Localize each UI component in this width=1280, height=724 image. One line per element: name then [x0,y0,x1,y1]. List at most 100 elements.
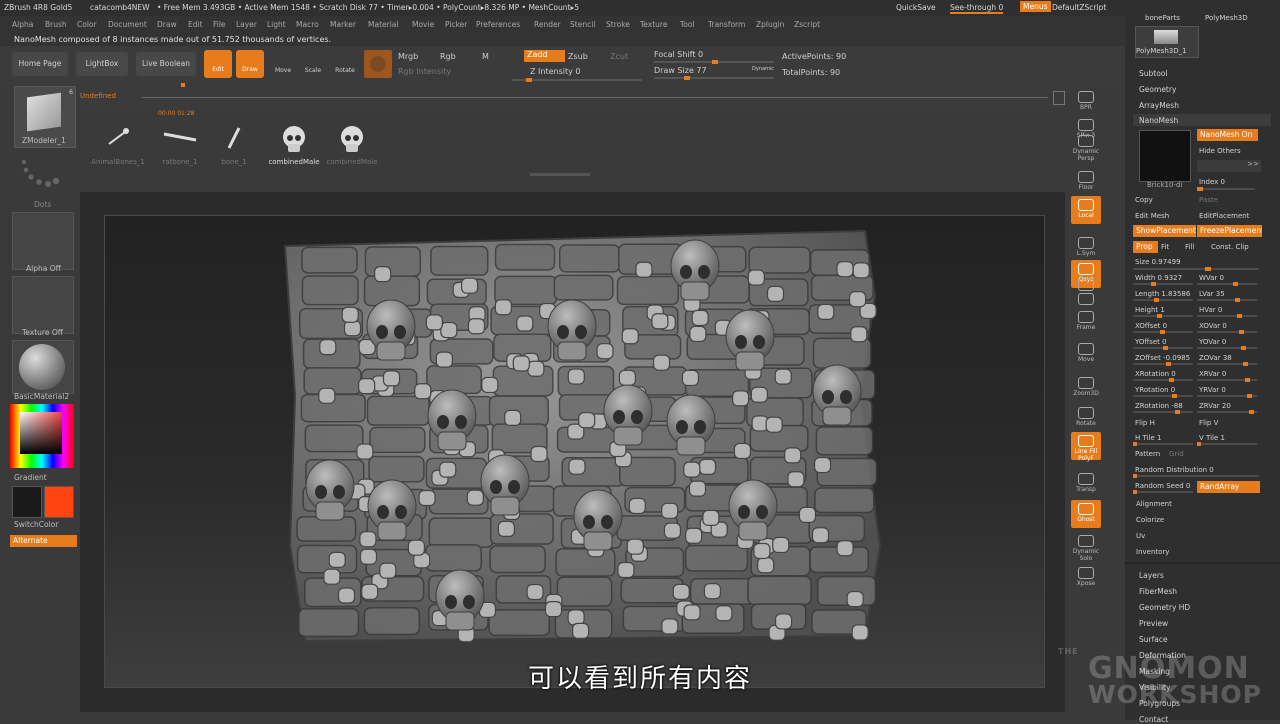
secondary-color-swatch[interactable] [44,486,74,518]
rgb-intensity-slider[interactable]: Rgb Intensity [398,67,451,76]
param-right-track[interactable] [1197,346,1257,350]
index-nav[interactable]: >> [1197,160,1261,172]
param-right[interactable]: LVar 35 [1199,290,1225,298]
lightbox-button[interactable]: LightBox [76,52,128,76]
index-knob[interactable] [1197,187,1203,191]
section-geometry-hd[interactable]: Geometry HD [1139,603,1190,612]
scale-button[interactable]: Scale [300,52,326,76]
z-intensity-knob[interactable] [526,78,532,82]
subtool-item[interactable]: AnimalBones_1 [90,120,146,180]
param-left[interactable]: ZOffset -0.0985 [1135,354,1190,362]
focal-shift-track[interactable] [654,60,774,64]
param-left-knob[interactable] [1154,298,1159,302]
zoom3d-button[interactable]: Zoom3D [1071,374,1101,402]
move-hand-button[interactable]: Move [1071,340,1101,368]
section-surface[interactable]: Surface [1139,635,1168,644]
texture-slot[interactable] [12,276,74,334]
menu-zscript[interactable]: Zscript [794,20,820,29]
param-right[interactable]: YOVar 0 [1199,338,1226,346]
menu-edit[interactable]: Edit [188,20,203,29]
defaultzscript-button[interactable]: DefaultZScript [1052,3,1106,12]
param-left-track[interactable] [1133,362,1193,366]
subtool-scrollbar[interactable] [530,173,590,176]
gradient-label[interactable]: Gradient [14,473,47,482]
param-right-knob[interactable] [1241,346,1246,350]
param-left-knob[interactable] [1169,378,1174,382]
alignment-section[interactable]: Alignment [1136,500,1172,508]
param-left-track[interactable] [1133,410,1193,414]
paste-button[interactable]: Paste [1199,196,1218,204]
rotate-button[interactable]: Rotate [332,52,358,76]
move-button[interactable]: Move [270,52,296,76]
bpr-button[interactable]: BPR [1071,88,1101,116]
menu-marker[interactable]: Marker [330,20,356,29]
pattern-button[interactable]: Pattern [1135,450,1160,458]
draw-size-track[interactable] [654,76,774,80]
size-knob[interactable] [1205,267,1211,271]
menu-preferences[interactable]: Preferences [476,20,520,29]
param-left-track[interactable] [1133,330,1193,334]
grid-button[interactable]: Grid [1169,450,1184,458]
tab-fit[interactable]: Fit [1161,243,1169,251]
param-left-track[interactable] [1133,314,1193,318]
ghost-button[interactable]: Ghost [1071,500,1101,528]
section-preview[interactable]: Preview [1139,619,1168,628]
param-right-knob[interactable] [1247,394,1252,398]
menu-file[interactable]: File [213,20,226,29]
flip-v-button[interactable]: Flip V [1199,419,1218,427]
timeline-marker[interactable] [181,83,185,87]
param-left[interactable]: Width 0.9327 [1135,274,1182,282]
local-button[interactable]: Local [1071,196,1101,224]
menu-macro[interactable]: Macro [296,20,319,29]
menu-picker[interactable]: Picker [445,20,467,29]
edit-placement-button[interactable]: EditPlacement [1199,212,1249,220]
tab-const-clip[interactable]: Const. Clip [1211,243,1249,251]
zcut-button[interactable]: Zcut [610,52,628,61]
param-right-knob[interactable] [1237,314,1242,318]
z-intensity-slider[interactable]: Z Intensity 0 [530,67,580,76]
param-right[interactable]: HVar 0 [1199,306,1222,314]
show-placement-button[interactable]: ShowPlacement [1133,225,1196,237]
param-left[interactable]: Height 1 [1135,306,1165,314]
xpose-button[interactable]: Xpose [1071,564,1101,592]
mrgb-button[interactable]: Mrgb [398,52,418,61]
focal-shift-slider[interactable]: Focal Shift 0 [654,50,703,59]
param-right-track[interactable] [1197,378,1257,382]
random-distribution-track[interactable] [1133,474,1259,478]
alpha-slot[interactable] [12,212,74,270]
xyz-axis-button[interactable]: L.Sym [1071,234,1101,262]
menu-document[interactable]: Document [108,20,147,29]
param-left-knob[interactable] [1175,410,1180,414]
transp-button[interactable]: Transp [1071,470,1101,498]
random-distribution-slider[interactable]: Random Distribution 0 [1135,466,1214,474]
param-left-track[interactable] [1133,378,1193,382]
h-tile-slider[interactable]: H Tile 1 [1135,434,1161,442]
edit-mesh-button[interactable]: Edit Mesh [1135,212,1169,220]
subtool-item[interactable]: combinedMale [266,120,322,180]
uv-section[interactable]: Uv [1136,532,1145,540]
param-left-knob[interactable] [1157,314,1162,318]
flip-h-button[interactable]: Flip H [1135,419,1155,427]
dynamic-toggle[interactable]: Dynamic [752,66,774,72]
menu-draw[interactable]: Draw [157,20,177,29]
timeline-track[interactable] [142,97,1048,98]
floor-button[interactable]: Floor [1071,168,1101,196]
param-right-track[interactable] [1197,314,1257,318]
param-right[interactable]: ZRVar 20 [1199,402,1231,410]
quicksave-button[interactable]: QuickSave [896,3,936,12]
document-canvas[interactable] [104,215,1045,688]
draw-size-slider[interactable]: Draw Size 77 [654,66,707,75]
menu-stencil[interactable]: Stencil [570,20,595,29]
subtool-section[interactable]: Subtool [1139,69,1167,78]
menu-texture[interactable]: Texture [640,20,667,29]
subtool-item[interactable]: bone_1 [206,120,262,180]
zsub-button[interactable]: Zsub [568,52,588,61]
z-intensity-track[interactable] [512,78,642,82]
edit-button[interactable]: Edit [204,50,232,78]
hide-others-button[interactable]: Hide Others [1199,147,1241,155]
menu-color[interactable]: Color [77,20,97,29]
param-left[interactable]: ZRotation -88 [1135,402,1183,410]
focal-shift-knob[interactable] [712,60,718,64]
param-left[interactable]: Length 1.83586 [1135,290,1190,298]
size-slider[interactable]: Size 0.97499 [1135,258,1181,266]
